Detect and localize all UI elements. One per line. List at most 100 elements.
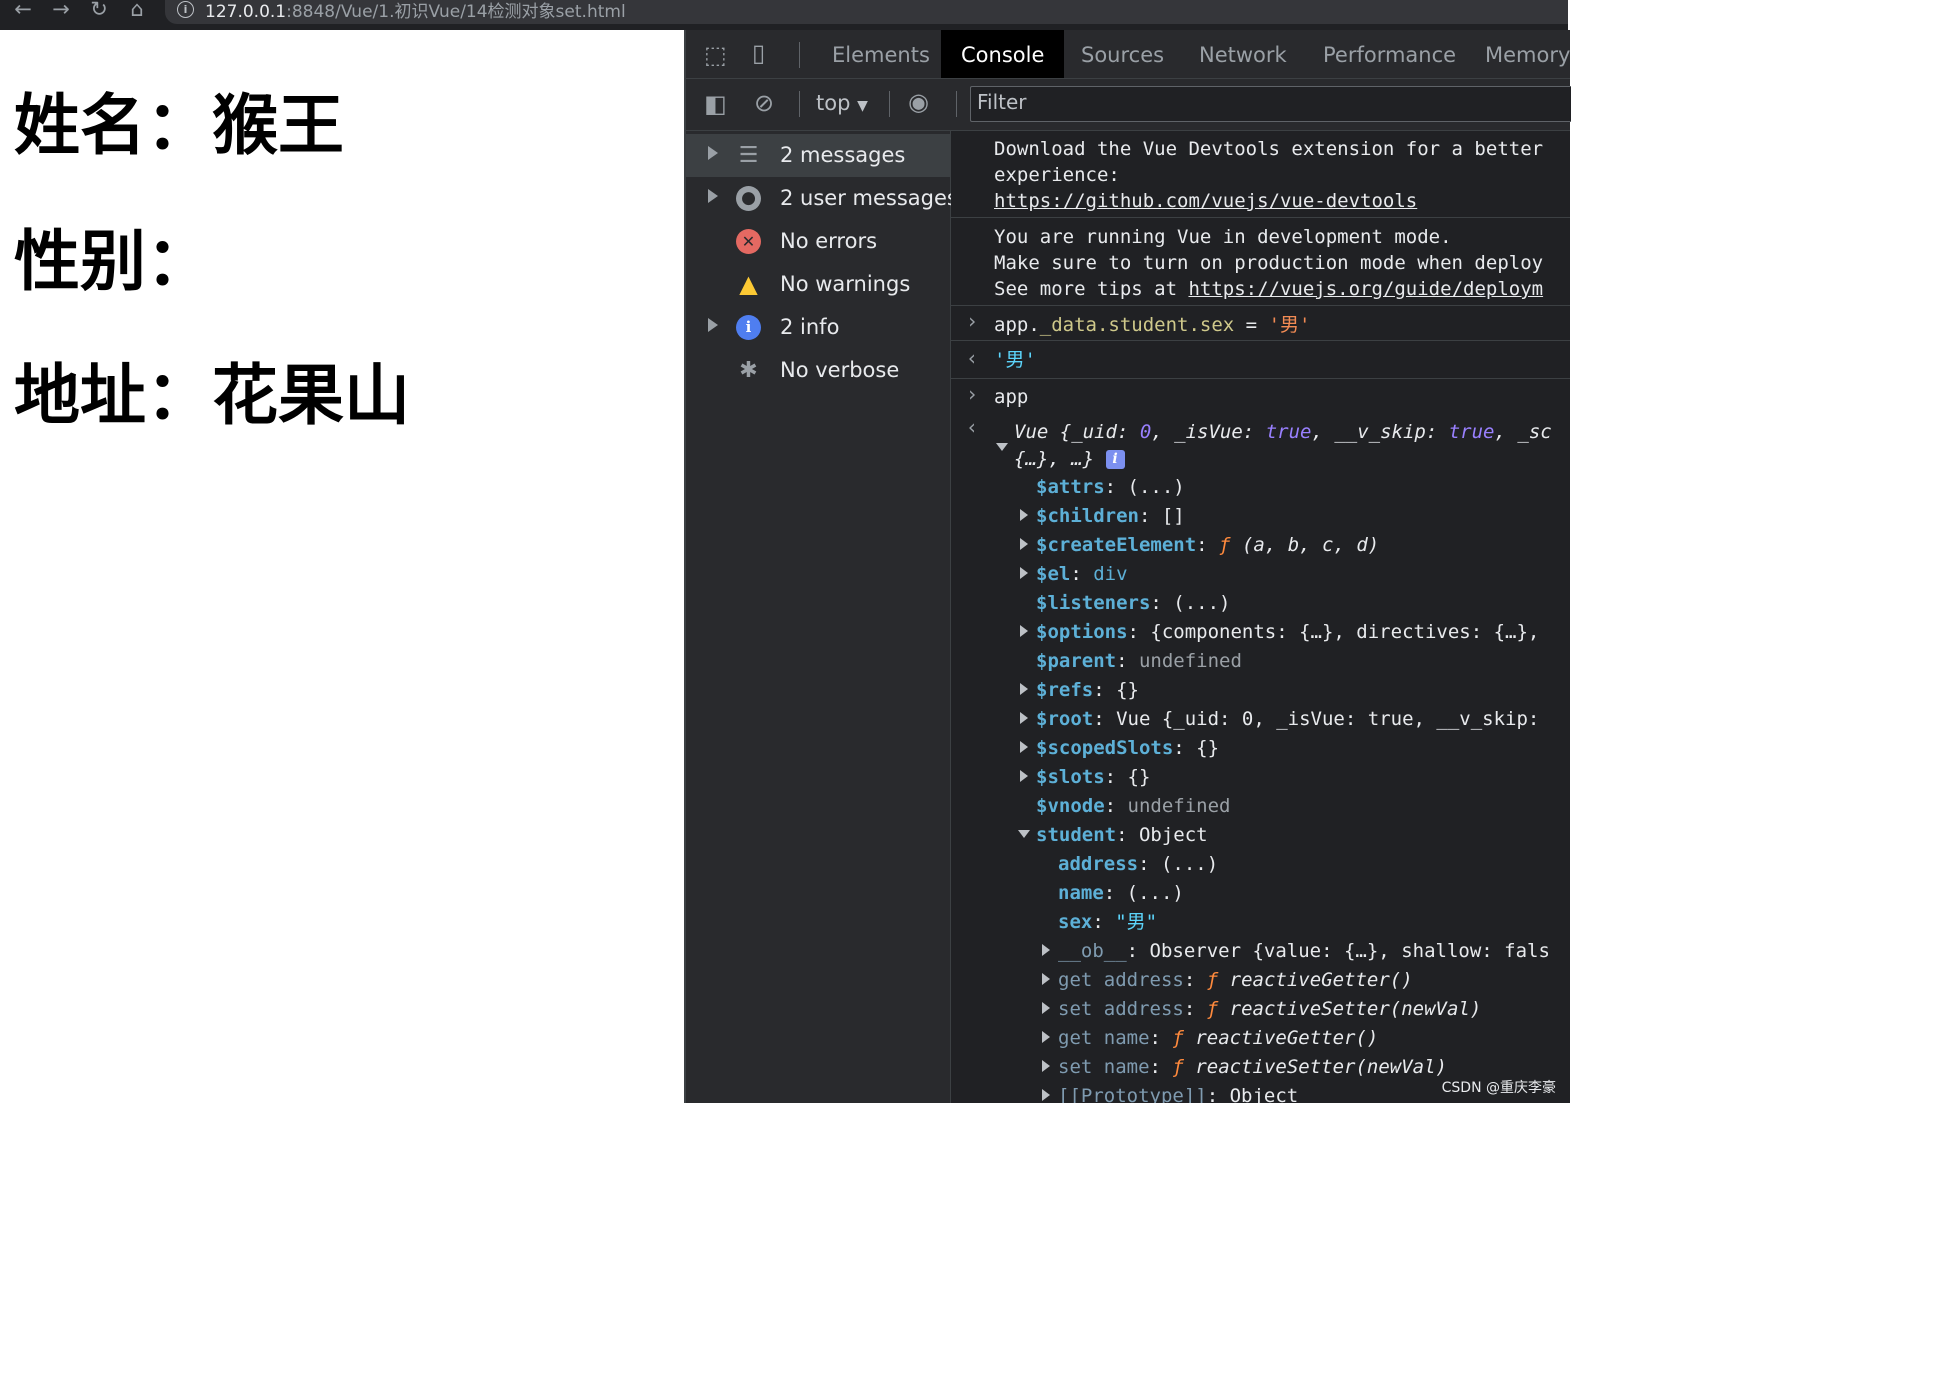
inspect-element-icon[interactable]: ⬚ [704, 43, 727, 67]
warning-icon: ▲ [739, 270, 758, 298]
expand-arrow-icon[interactable] [1020, 509, 1028, 521]
prop-createElement[interactable]: $createElement: ƒ (a, b, c, d) [1036, 532, 1379, 558]
result-prompt-icon: ‹ [966, 346, 979, 370]
live-expression-eye-icon[interactable]: ◉ [908, 90, 929, 114]
sidebar-item-messages[interactable]: ☰ 2 messages [686, 134, 950, 177]
expand-arrow-icon[interactable] [1042, 944, 1050, 956]
expand-arrow-icon[interactable] [1020, 683, 1028, 695]
expand-arrow-icon[interactable] [708, 189, 718, 203]
forward-arrow-icon[interactable]: → [44, 0, 78, 22]
info-icon: i [736, 315, 761, 340]
prop-refs[interactable]: $refs: {} [1036, 677, 1139, 703]
expand-arrow-icon[interactable] [1020, 712, 1028, 724]
console-result-line: ‹ '男' [951, 341, 1570, 379]
expand-arrow-icon[interactable] [1042, 973, 1050, 985]
console-command: app._data.student.sex = '男' [994, 314, 1311, 336]
console-message: You are running Vue in development mode.… [951, 218, 1570, 306]
info-badge-icon[interactable]: i [1105, 450, 1125, 469]
dropdown-arrow-icon: ▼ [857, 98, 868, 114]
expand-arrow-icon[interactable] [1020, 625, 1028, 637]
sidebar-item-errors[interactable]: ✕ No errors [686, 220, 950, 263]
sidebar-item-info[interactable]: i 2 info [686, 306, 950, 349]
expand-arrow-icon[interactable] [1042, 1060, 1050, 1072]
expand-arrow-icon[interactable] [1020, 741, 1028, 753]
context-selector[interactable]: top ▼ [816, 91, 868, 115]
prop-student-sex[interactable]: sex: "男" [1058, 909, 1157, 935]
prop-get-name[interactable]: get name: ƒ reactiveGetter() [1058, 1025, 1378, 1051]
tab-network[interactable]: Network [1179, 30, 1307, 78]
expand-arrow-icon[interactable] [1042, 1031, 1050, 1043]
prop-student-address[interactable]: address: (...) [1058, 851, 1218, 877]
prop-ob[interactable]: __ob__: Observer {value: {…}, shallow: f… [1058, 938, 1550, 964]
console-input-line: › app._data.student.sex = '男' [951, 306, 1570, 341]
filter-input[interactable]: Filter [970, 86, 1571, 122]
reload-icon[interactable]: ↻ [82, 0, 116, 22]
sidebar-toggle-icon[interactable]: ◧ [704, 92, 727, 116]
collapse-arrow-icon[interactable] [1018, 830, 1030, 838]
user-icon: ● [736, 186, 761, 211]
bug-icon: ✱ [739, 358, 758, 383]
input-prompt-icon: › [966, 309, 979, 333]
input-prompt-icon: › [966, 382, 979, 406]
url-text: 127.0.0.1:8848/Vue/1.初识Vue/14检测对象set.htm… [205, 2, 626, 22]
sidebar-item-user-messages[interactable]: ● 2 user messages [686, 177, 958, 220]
vue-object-summary-cont: {…}, …} i [1014, 446, 1125, 472]
tab-elements[interactable]: Elements [812, 30, 950, 78]
name-heading: 姓名：猴王 [14, 87, 344, 164]
expand-arrow-icon[interactable] [708, 146, 718, 160]
prop-children[interactable]: $children: [] [1036, 503, 1185, 529]
expand-arrow-icon[interactable] [1020, 567, 1028, 579]
prop-parent[interactable]: $parent: undefined [1036, 648, 1242, 674]
back-arrow-icon[interactable]: ← [6, 0, 40, 22]
console-input-line: › app [966, 382, 1029, 408]
divider [889, 91, 890, 117]
vue-deployment-link[interactable]: https://vuejs.org/guide/deploym [1188, 278, 1543, 300]
sidebar-item-verbose[interactable]: ✱ No verbose [686, 349, 950, 392]
device-toolbar-icon[interactable]: ▯ [752, 41, 765, 65]
prop-student[interactable]: student: Object [1036, 822, 1208, 848]
watermark: CSDN @重庆李豪 [1441, 1080, 1556, 1096]
tab-console[interactable]: Console [941, 30, 1065, 78]
prop-vnode[interactable]: $vnode: undefined [1036, 793, 1230, 819]
tab-sources[interactable]: Sources [1061, 30, 1184, 78]
devtools-tab-bar: ⬚ ▯ Elements Console Sources Network Per… [686, 30, 1570, 79]
browser-toolbar: ← → ↻ ⌂ i 127.0.0.1:8848/Vue/1.初识Vue/14检… [0, 0, 1568, 30]
divider [799, 42, 800, 68]
prop-set-name[interactable]: set name: ƒ reactiveSetter(newVal) [1058, 1054, 1447, 1080]
prop-root[interactable]: $root: Vue {_uid: 0, _isVue: true, __v_s… [1036, 706, 1539, 732]
result-prompt-icon: ‹ [966, 415, 979, 439]
expand-arrow-icon[interactable] [1020, 770, 1028, 782]
home-icon[interactable]: ⌂ [120, 0, 154, 22]
vue-devtools-link[interactable]: https://github.com/vuejs/vue-devtools [994, 188, 1417, 214]
sidebar-item-warnings[interactable]: ▲ No warnings [686, 263, 950, 306]
expand-arrow-icon[interactable] [1042, 1002, 1050, 1014]
prop-listeners[interactable]: $listeners: (...) [1036, 590, 1230, 616]
prop-el[interactable]: $el: div [1036, 561, 1128, 587]
tab-memory[interactable]: Memory [1465, 30, 1590, 78]
page-content: 姓名：猴王 性别： 地址：花果山 [0, 30, 684, 1103]
divider [956, 91, 957, 117]
expand-arrow-icon[interactable] [1020, 538, 1028, 550]
console-toolbar: ◧ ⊘ top ▼ ◉ Filter [686, 79, 1571, 131]
console-output: Download the Vue Devtools extension for … [951, 131, 1570, 1103]
address-bar[interactable]: i 127.0.0.1:8848/Vue/1.初识Vue/14检测对象set.h… [165, 0, 1568, 24]
prop-attrs[interactable]: $attrs: (...) [1036, 474, 1185, 500]
clear-console-icon[interactable]: ⊘ [754, 91, 774, 115]
prop-prototype[interactable]: [[Prototype]]: Object [1058, 1083, 1298, 1103]
devtools-panel: ⬚ ▯ Elements Console Sources Network Per… [684, 30, 1571, 1103]
tab-performance[interactable]: Performance [1303, 30, 1476, 78]
expand-arrow-icon[interactable] [1042, 1089, 1050, 1101]
prop-options[interactable]: $options: {components: {…}, directives: … [1036, 619, 1539, 645]
expand-arrow-icon[interactable] [708, 318, 718, 332]
site-info-icon[interactable]: i [177, 1, 194, 18]
prop-slots[interactable]: $slots: {} [1036, 764, 1150, 790]
prop-get-address[interactable]: get address: ƒ reactiveGetter() [1058, 967, 1413, 993]
prop-student-name[interactable]: name: (...) [1058, 880, 1184, 906]
console-sidebar: ☰ 2 messages ● 2 user messages ✕ No erro… [686, 131, 958, 1103]
prop-set-address[interactable]: set address: ƒ reactiveSetter(newVal) [1058, 996, 1481, 1022]
prop-scopedSlots[interactable]: $scopedSlots: {} [1036, 735, 1219, 761]
error-icon: ✕ [736, 229, 761, 254]
vue-object-summary[interactable]: Vue {_uid: 0, _isVue: true, __v_skip: tr… [1014, 419, 1552, 445]
collapse-arrow-icon[interactable] [996, 443, 1008, 451]
console-message-tips: See more tips at https://vuejs.org/guide… [994, 278, 1544, 300]
